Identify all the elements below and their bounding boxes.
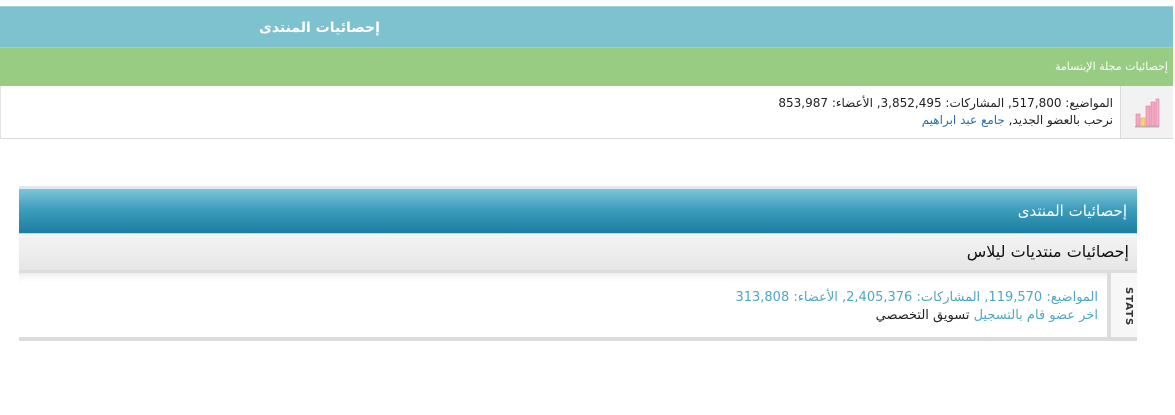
forum-stats-block-1: إحصائيات المنتدى إحصائيات مجلة الإبتسامة…: [0, 6, 1173, 139]
block-subheader: إحصائيات منتديات ليلاس: [19, 233, 1137, 273]
bar-chart-icon: [1135, 98, 1160, 128]
block-subtitle: إحصائيات منتديات ليلاس: [966, 242, 1129, 261]
last-member-link[interactable]: تسويق التخصصي: [876, 308, 970, 323]
last-member-line: اخر عضو قام بالتسجيل تسويق التخصصي: [735, 307, 1098, 325]
new-member-link[interactable]: جامع عبد ابراهيم: [922, 113, 1005, 127]
stats-label: STATS: [1123, 287, 1134, 327]
last-member-text: اخر عضو قام بالتسجيل: [973, 308, 1098, 323]
block-header: إحصائيات المنتدى: [19, 186, 1137, 233]
welcome-text: نرحب بالعضو الجديد,: [1004, 113, 1113, 127]
stats-row: المواضيع: 517,800, المشاركات: 3,852,495,…: [0, 86, 1173, 139]
subtitle-bar: إحصائيات مجلة الإبتسامة: [0, 47, 1173, 86]
forum-stats-block-2: إحصائيات المنتدى إحصائيات منتديات ليلاس …: [19, 186, 1137, 341]
title-bar: إحصائيات المنتدى: [0, 6, 1173, 47]
block-title: إحصائيات المنتدى: [259, 20, 380, 36]
stats-side-cell: STATS: [1107, 273, 1137, 337]
block-subtitle: إحصائيات مجلة الإبتسامة: [1054, 60, 1168, 73]
welcome-line: نرحب بالعضو الجديد, جامع عبد ابراهيم: [778, 112, 1113, 129]
stats-icon-cell: [1120, 86, 1173, 138]
stats-counts: المواضيع: 119,570, المشاركات: 2,405,376,…: [735, 290, 1098, 305]
block-title: إحصائيات المنتدى: [1017, 202, 1127, 220]
stats-text: المواضيع: 517,800, المشاركات: 3,852,495,…: [778, 95, 1113, 129]
stats-text: المواضيع: 119,570, المشاركات: 2,405,376,…: [735, 289, 1098, 325]
stats-counts: المواضيع: 517,800, المشاركات: 3,852,495,…: [778, 96, 1113, 110]
stats-row: STATS المواضيع: 119,570, المشاركات: 2,40…: [19, 273, 1137, 341]
